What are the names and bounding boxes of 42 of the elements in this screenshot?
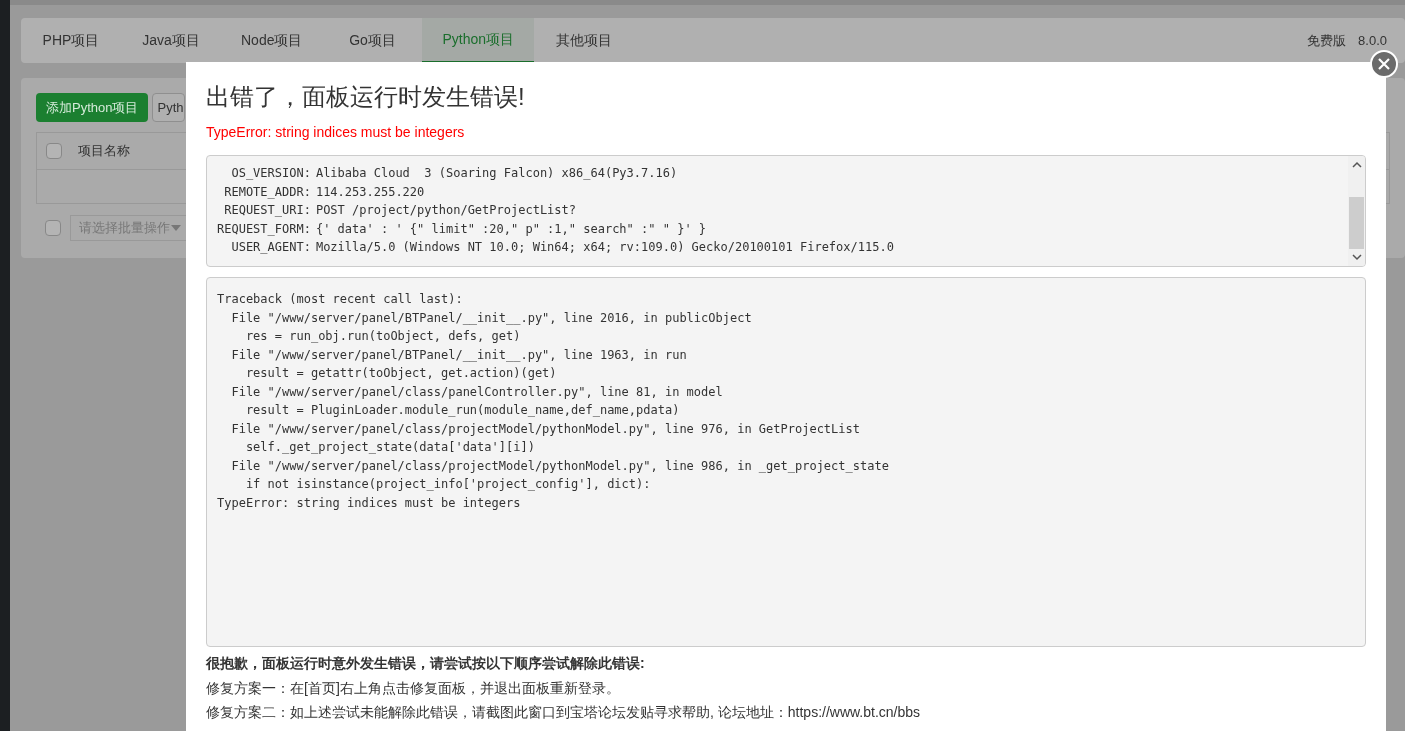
checkbox[interactable] [45,220,61,236]
traceback-line: File "/www/server/panel/BTPanel/__init__.py", line 2016, in publicObject [230,309,753,327]
traceback-line: Traceback (most recent call last): [217,291,464,308]
tab[interactable]: Node项目 [221,18,323,63]
column-header: 项目名称 [78,142,130,161]
tab[interactable]: PHP项目 [21,18,121,63]
edition-label: 免费版 [1307,31,1347,50]
toolbar-button[interactable]: Pyth [152,93,186,122]
traceback-line: res = run_obj.run(toObject, defs, get) [244,328,522,345]
help-step: 修复方案二：如上述尝试未能解除此错误，请截图此窗口到宝塔论坛发贴寻求帮助, 论坛地址：https://www.bt.cn/bbs [206,700,1366,724]
traceback-line: File "/www/server/panel/BTPanel/__init__.py", line 1963, in run [230,346,688,364]
help-step: 修复方案一：在[首页]右上角点击修复面板，并退出面板重新登录。 [206,676,1366,700]
tab[interactable]: Go项目 [322,18,423,63]
env-key: REQUEST_URI: [217,201,311,220]
env-value: Mozilla/5.0 (Windows NT 10.0; Win64; x64; rv:109.0) Gecko/20100101 Firefox/115.0 [315,239,895,256]
close-icon [1378,58,1390,70]
env-value: {' data' : ' {" limit" :20," p" :1," search" :" " }' } [315,220,708,238]
error-message: TypeError: string indices must be integers [206,123,466,142]
dialog-title: 出错了，面板运行时发生错误! [206,82,526,112]
checkbox[interactable] [46,143,62,159]
traceback-line: File "/www/server/panel/class/panelController.py", line 81, in model [230,383,724,401]
tab[interactable]: 其他项目 [534,18,635,63]
traceback-line: File "/www/server/panel/class/projectModel/pythonModel.py", line 976, in GetProjectList [230,420,861,438]
env-value: 114.253.255.220 [315,183,426,201]
help-heading: 很抱歉，面板运行时意外发生错误，请尝试按以下顺序尝试解除此错误: [206,654,646,673]
traceback-line: self._get_project_state(data['data'][i]) [244,439,536,456]
traceback-line: TypeError: string indices must be integers [217,494,522,512]
scrollbar[interactable] [1348,156,1365,266]
add-project-button[interactable]: 添加Python项目 [36,93,149,122]
scroll-thumb[interactable] [1349,197,1364,249]
env-value: POST /project/python/GetProjectList? [315,202,577,219]
tab[interactable]: Java项目 [121,18,221,63]
traceback-line: if not isinstance(project_info['project_config'], dict): [244,476,652,493]
env-key: OS_VERSION: [217,164,311,183]
version-label: 8.0.0 [1358,31,1387,50]
traceback-line: result = PluginLoader.module_run(module_name,def_name,pdata) [244,402,681,419]
env-value: Alibaba Cloud 3 (Soaring Falcon) x86_64(Py3.7.16) [315,165,679,182]
env-key: USER_AGENT: [217,238,311,257]
traceback-line: result = getattr(toObject, get.action)(get) [244,365,558,382]
traceback-line: File "/www/server/panel/class/projectModel/pythonModel.py", line 986, in _get_project_state [230,457,890,475]
env-key: REQUEST_FORM: [217,219,311,238]
env-key: REMOTE_ADDR: [217,182,311,201]
